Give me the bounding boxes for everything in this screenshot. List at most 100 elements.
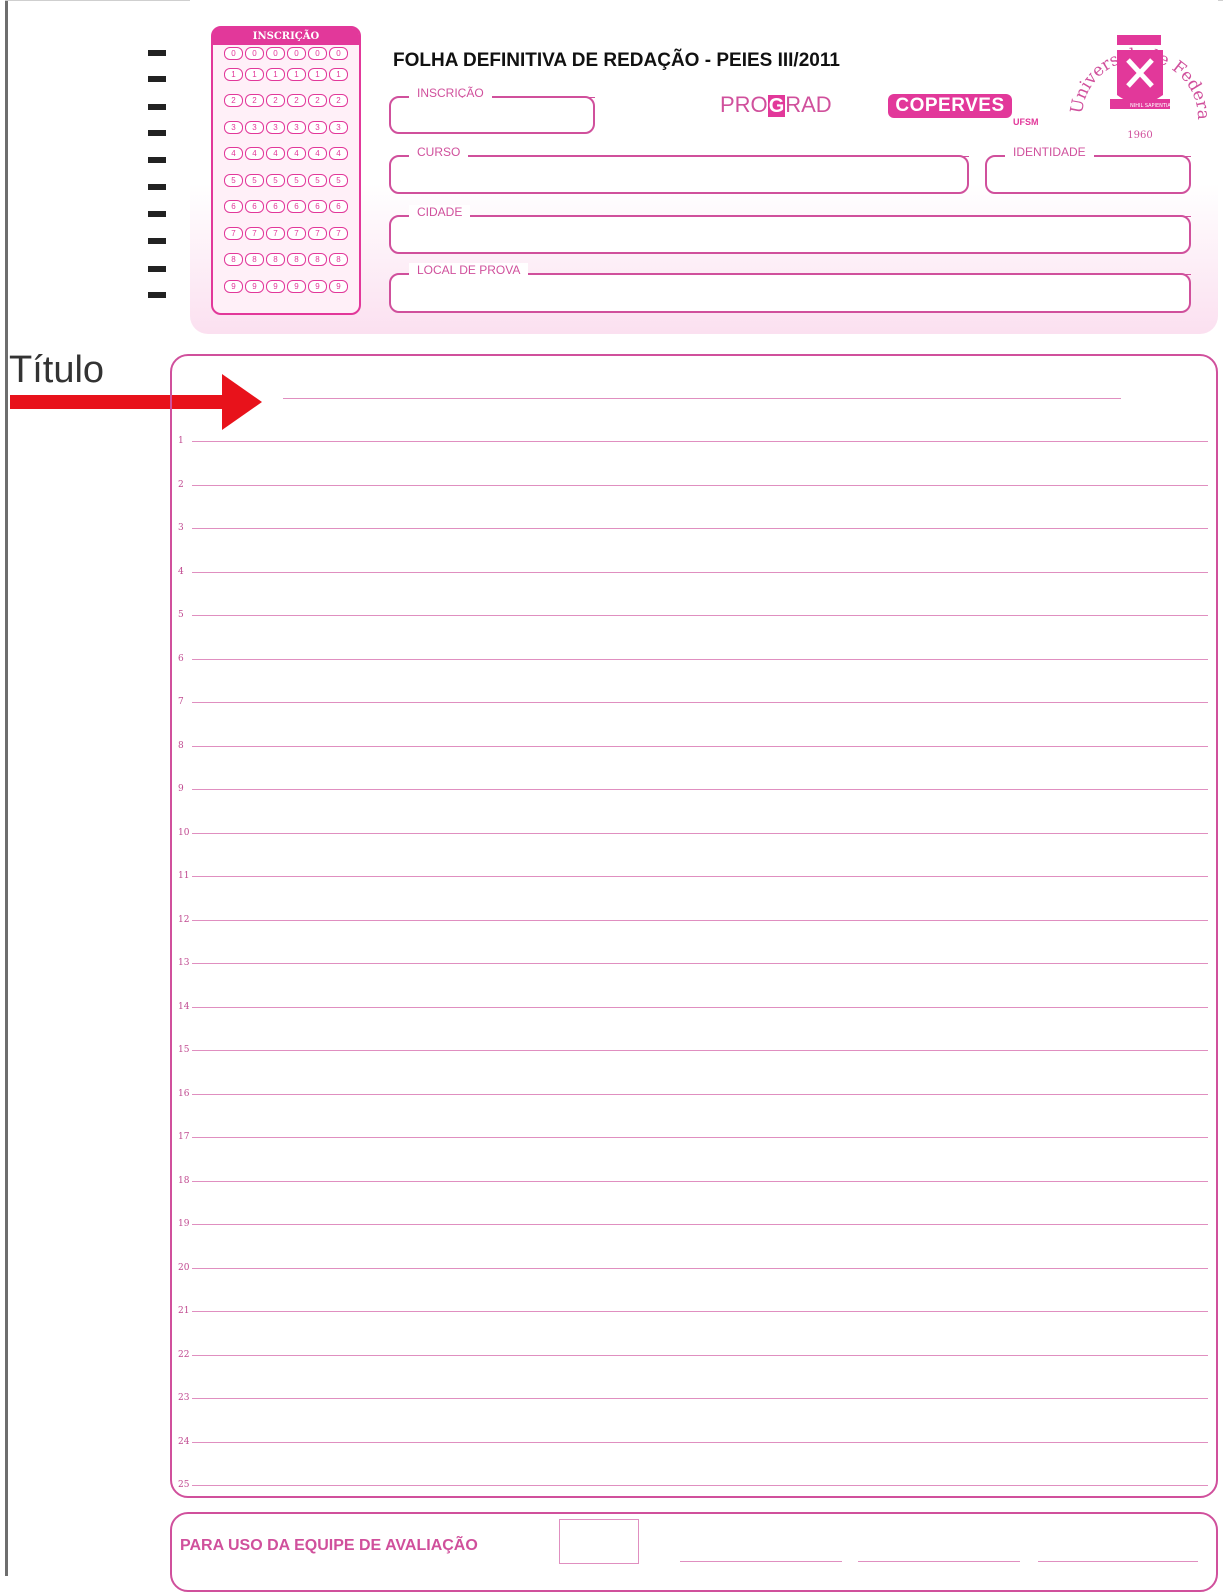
essay-line[interactable]: 22	[178, 1347, 1208, 1363]
digit-bubble[interactable]: 6	[224, 200, 243, 214]
digit-bubble[interactable]: 0	[266, 46, 285, 60]
digit-bubble[interactable]: 8	[287, 253, 306, 267]
essay-line[interactable]: 23	[178, 1390, 1208, 1406]
essay-line[interactable]: 24	[178, 1434, 1208, 1450]
digit-bubble[interactable]: 2	[245, 94, 264, 108]
digit-bubble[interactable]: 2	[308, 94, 327, 108]
essay-line[interactable]: 13	[178, 955, 1208, 971]
digit-bubble[interactable]: 2	[266, 94, 285, 108]
digit-bubble[interactable]: 3	[245, 120, 264, 134]
essay-line[interactable]: 25	[178, 1477, 1208, 1493]
digit-bubble[interactable]: 6	[245, 200, 264, 214]
digit-bubble[interactable]: 1	[308, 67, 327, 81]
essay-line[interactable]: 18	[178, 1173, 1208, 1189]
timing-mark	[148, 157, 166, 163]
inscricao-field[interactable]	[389, 96, 595, 134]
digit-bubble[interactable]: 9	[245, 279, 264, 293]
digit-bubble[interactable]: 8	[245, 253, 264, 267]
digit-bubble[interactable]: 5	[245, 173, 264, 187]
essay-line[interactable]: 7	[178, 694, 1208, 710]
essay-line[interactable]: 16	[178, 1086, 1208, 1102]
digit-bubble[interactable]: 7	[245, 226, 264, 240]
page-left-edge	[5, 0, 8, 1576]
digit-bubble[interactable]: 1	[329, 67, 348, 81]
digit-bubble[interactable]: 4	[329, 147, 348, 161]
essay-line[interactable]: 3	[178, 520, 1208, 536]
digit-bubble[interactable]: 5	[224, 173, 243, 187]
evaluator-signature-line[interactable]	[1038, 1561, 1198, 1562]
digit-bubble[interactable]: 4	[308, 147, 327, 161]
identidade-field[interactable]	[985, 155, 1191, 194]
essay-line[interactable]: 11	[178, 868, 1208, 884]
essay-line[interactable]: 19	[178, 1216, 1208, 1232]
essay-line[interactable]: 21	[178, 1303, 1208, 1319]
essay-line[interactable]: 10	[178, 825, 1208, 841]
curso-field[interactable]	[389, 155, 969, 194]
digit-bubble[interactable]: 4	[287, 147, 306, 161]
cidade-field[interactable]	[389, 215, 1191, 254]
digit-bubble[interactable]: 9	[329, 279, 348, 293]
essay-line[interactable]: 5	[178, 607, 1208, 623]
digit-bubble[interactable]: 8	[266, 253, 285, 267]
digit-bubble[interactable]: 4	[245, 147, 264, 161]
digit-bubble[interactable]: 5	[266, 173, 285, 187]
essay-line[interactable]: 8	[178, 738, 1208, 754]
digit-bubble[interactable]: 0	[224, 46, 243, 60]
digit-bubble[interactable]: 2	[329, 94, 348, 108]
digit-bubble[interactable]: 0	[329, 46, 348, 60]
digit-bubble[interactable]: 2	[287, 94, 306, 108]
digit-bubble[interactable]: 0	[245, 46, 264, 60]
essay-title-line[interactable]	[283, 398, 1121, 399]
digit-bubble[interactable]: 8	[308, 253, 327, 267]
essay-line-number: 8	[178, 740, 184, 751]
digit-bubble[interactable]: 8	[224, 253, 243, 267]
digit-bubble[interactable]: 3	[224, 120, 243, 134]
digit-bubble[interactable]: 3	[266, 120, 285, 134]
digit-bubble[interactable]: 1	[266, 67, 285, 81]
digit-bubble[interactable]: 9	[224, 279, 243, 293]
digit-bubble[interactable]: 8	[329, 253, 348, 267]
essay-line[interactable]: 20	[178, 1260, 1208, 1276]
local-de-prova-field[interactable]	[389, 273, 1191, 313]
digit-bubble[interactable]: 6	[266, 200, 285, 214]
evaluator-signature-line[interactable]	[858, 1561, 1020, 1562]
timing-mark	[148, 184, 166, 190]
digit-bubble[interactable]: 7	[308, 226, 327, 240]
essay-line[interactable]: 1	[178, 433, 1208, 449]
essay-line[interactable]: 12	[178, 912, 1208, 928]
essay-line[interactable]: 4	[178, 564, 1208, 580]
digit-bubble[interactable]: 7	[266, 226, 285, 240]
digit-bubble[interactable]: 3	[287, 120, 306, 134]
digit-bubble[interactable]: 3	[329, 120, 348, 134]
digit-bubble[interactable]: 0	[308, 46, 327, 60]
digit-bubble[interactable]: 1	[224, 67, 243, 81]
digit-bubble[interactable]: 9	[308, 279, 327, 293]
digit-bubble[interactable]: 9	[287, 279, 306, 293]
digit-bubble[interactable]: 7	[287, 226, 306, 240]
essay-line[interactable]: 2	[178, 477, 1208, 493]
digit-bubble[interactable]: 7	[224, 226, 243, 240]
digit-bubble[interactable]: 6	[308, 200, 327, 214]
essay-line[interactable]: 15	[178, 1042, 1208, 1058]
digit-bubble[interactable]: 6	[329, 200, 348, 214]
digit-bubble[interactable]: 5	[329, 173, 348, 187]
digit-bubble[interactable]: 6	[287, 200, 306, 214]
digit-bubble[interactable]: 2	[224, 94, 243, 108]
digit-bubble[interactable]: 1	[245, 67, 264, 81]
bubble-row: 444444	[213, 141, 359, 168]
digit-bubble[interactable]: 0	[287, 46, 306, 60]
digit-bubble[interactable]: 4	[266, 147, 285, 161]
digit-bubble[interactable]: 3	[308, 120, 327, 134]
digit-bubble[interactable]: 5	[308, 173, 327, 187]
evaluation-score-box[interactable]	[559, 1519, 639, 1564]
essay-line[interactable]: 17	[178, 1129, 1208, 1145]
evaluator-signature-line[interactable]	[680, 1561, 842, 1562]
digit-bubble[interactable]: 1	[287, 67, 306, 81]
essay-line[interactable]: 9	[178, 781, 1208, 797]
digit-bubble[interactable]: 4	[224, 147, 243, 161]
essay-line[interactable]: 6	[178, 651, 1208, 667]
digit-bubble[interactable]: 7	[329, 226, 348, 240]
essay-line[interactable]: 14	[178, 999, 1208, 1015]
digit-bubble[interactable]: 9	[266, 279, 285, 293]
digit-bubble[interactable]: 5	[287, 173, 306, 187]
